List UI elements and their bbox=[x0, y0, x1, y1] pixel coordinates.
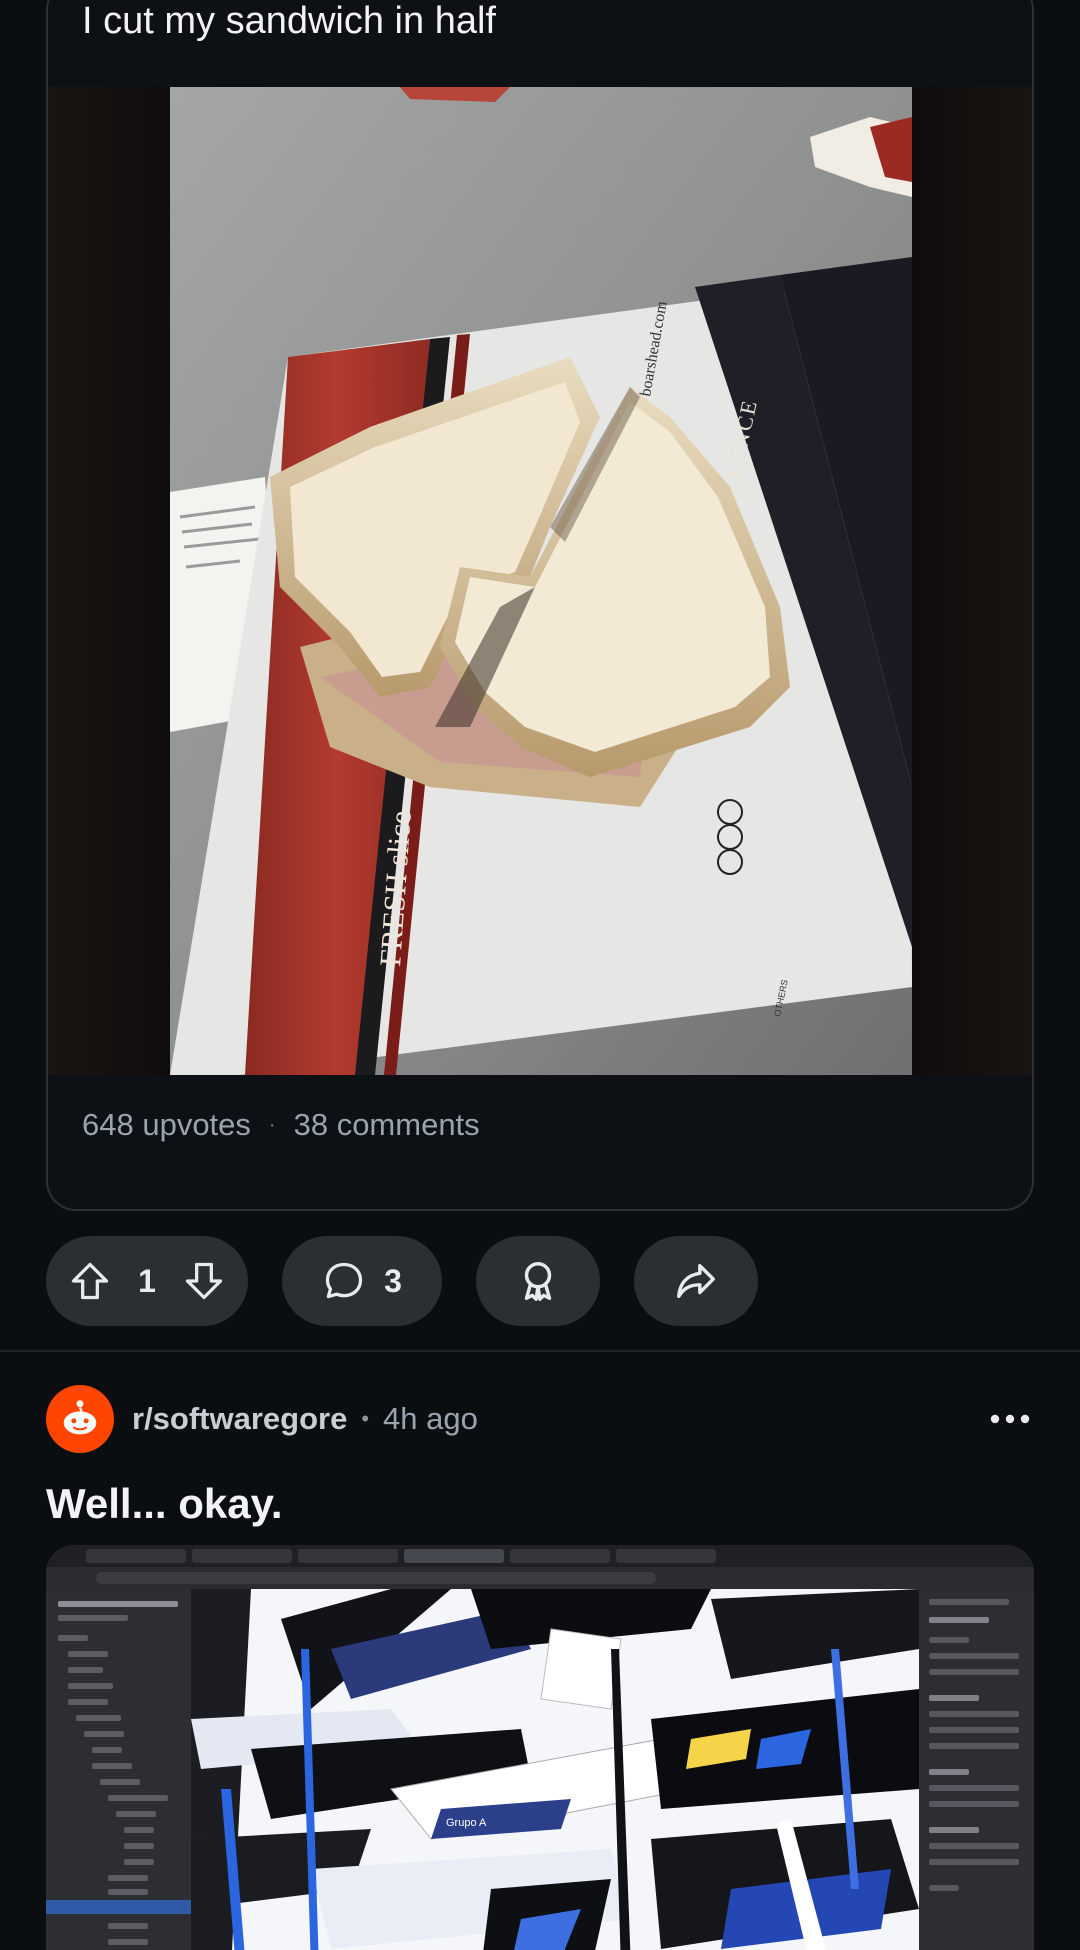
comments-button[interactable]: 3 bbox=[282, 1236, 442, 1326]
sandwich-photo[interactable]: HERITAGE of EXCELLENCE FRESH slice boars… bbox=[170, 87, 912, 1075]
stats-separator: · bbox=[268, 1113, 276, 1136]
award-icon bbox=[515, 1258, 561, 1304]
feed-divider bbox=[0, 1350, 1080, 1352]
post-header: r/softwaregore • 4h ago bbox=[46, 1385, 1034, 1453]
post-title[interactable]: Well... okay. bbox=[46, 1480, 283, 1528]
vote-control: 1 bbox=[46, 1236, 248, 1326]
upvotes-count: 648 upvotes bbox=[82, 1107, 251, 1142]
screenshot-layers-panel bbox=[46, 1589, 191, 1950]
share-button[interactable] bbox=[634, 1236, 758, 1326]
screenshot-url-bar bbox=[46, 1567, 1034, 1589]
post-action-bar: 1 3 bbox=[46, 1236, 758, 1326]
screenshot-glitched-canvas: Grupo A bbox=[191, 1589, 919, 1950]
post-image[interactable]: Grupo A bbox=[46, 1545, 1034, 1950]
more-icon bbox=[990, 1414, 1030, 1424]
screenshot-design-panel bbox=[919, 1589, 1034, 1950]
more-options-button[interactable] bbox=[986, 1399, 1034, 1439]
downvote-icon[interactable] bbox=[182, 1259, 226, 1303]
sandwich-photo-drawing: HERITAGE of EXCELLENCE FRESH slice boars… bbox=[170, 87, 912, 1075]
snoo-icon bbox=[63, 1400, 97, 1435]
screenshot-browser-tabs bbox=[46, 1545, 1034, 1567]
crosspost-stats: 648 upvotes · 38 comments bbox=[82, 1107, 480, 1143]
comments-count: 38 comments bbox=[293, 1107, 480, 1142]
upvote-icon[interactable] bbox=[68, 1259, 112, 1303]
crosspost-media[interactable]: HERITAGE of EXCELLENCE FRESH slice boars… bbox=[48, 87, 1032, 1075]
crosspost-title[interactable]: I cut my sandwich in half bbox=[82, 0, 496, 43]
vote-count: 1 bbox=[138, 1262, 156, 1299]
screenshot-group-label: Grupo A bbox=[446, 1817, 487, 1829]
header-separator: • bbox=[361, 1406, 370, 1431]
share-icon bbox=[673, 1258, 719, 1304]
comment-count: 3 bbox=[384, 1262, 402, 1299]
post-time: 4h ago bbox=[383, 1401, 478, 1436]
crosspost-card[interactable]: I cut my sandwich in half FRESH slice bo… bbox=[46, 0, 1034, 1211]
subreddit-name[interactable]: r/softwaregore bbox=[132, 1401, 347, 1437]
subreddit-avatar[interactable] bbox=[46, 1385, 114, 1453]
feed: I cut my sandwich in half FRESH slice bo… bbox=[0, 0, 1080, 1950]
comment-icon bbox=[322, 1259, 366, 1303]
award-button[interactable] bbox=[476, 1236, 600, 1326]
